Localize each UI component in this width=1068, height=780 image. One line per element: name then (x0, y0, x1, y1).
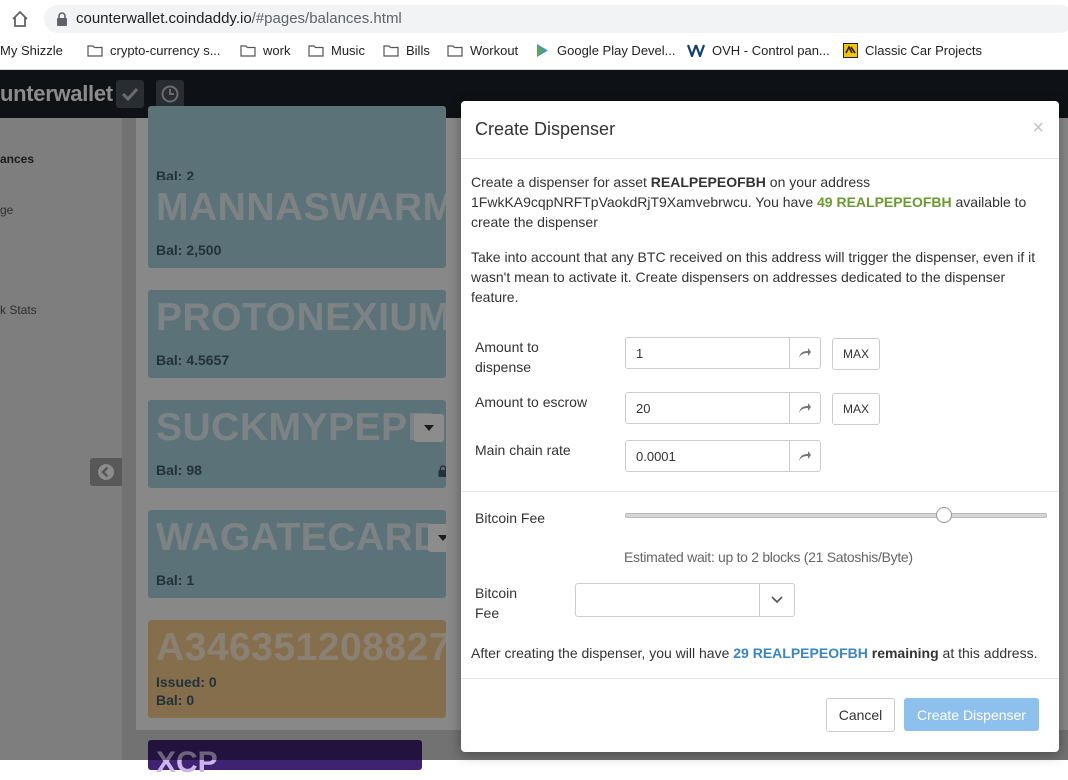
fee-slider-handle[interactable] (936, 507, 953, 523)
bookmarks-bar: My Shizzle crypto-currency s... work Mus… (0, 38, 1068, 70)
url-text: counterwallet.coindaddy.io/#pages/balanc… (76, 10, 402, 27)
bookmark-crypto[interactable]: crypto-currency s... (87, 43, 221, 58)
divider (461, 678, 1059, 679)
amount-escrow-input[interactable]: 20 (625, 392, 821, 424)
ovh-icon (687, 44, 705, 57)
available-amount: 49 REALPEPEOFBH (817, 194, 952, 210)
amount-dispense-label: Amount to dispense (475, 339, 539, 375)
car-icon (843, 43, 858, 58)
bitcoin-fee-select[interactable] (575, 583, 795, 617)
bookmark-my-shizzle[interactable]: My Shizzle (0, 43, 63, 58)
bookmark-ovh[interactable]: OVH - Control pan... (687, 43, 830, 58)
dispenser-summary-text: After creating the dispenser, you will h… (471, 645, 1038, 661)
cancel-button[interactable]: Cancel (826, 698, 895, 732)
remaining-amount: 29 REALPEPEOFBH (733, 645, 868, 661)
home-icon[interactable] (10, 9, 30, 29)
address-bar[interactable]: counterwallet.coindaddy.io/#pages/balanc… (44, 5, 1068, 33)
create-dispenser-button[interactable]: Create Dispenser (904, 698, 1039, 731)
folder-icon (87, 45, 103, 57)
google-play-icon (537, 44, 548, 57)
bookmark-music[interactable]: Music (308, 43, 365, 58)
folder-icon (240, 45, 256, 57)
bitcoin-fee-label: Bitcoin Fee (475, 510, 546, 526)
folder-icon (447, 45, 463, 57)
main-chain-rate-input[interactable]: 0.0001 (625, 440, 821, 472)
estimated-wait-text: Estimated wait: up to 2 blocks (21 Satos… (624, 549, 913, 565)
amount-dispense-input[interactable]: 1 (625, 337, 821, 369)
dialog-title: Create Dispenser (475, 119, 616, 139)
bookmark-bills[interactable]: Bills (383, 43, 430, 58)
browser-url-bar: counterwallet.coindaddy.io/#pages/balanc… (0, 0, 1068, 38)
bookmark-google-play[interactable]: Google Play Devel... (535, 43, 676, 58)
bookmark-work[interactable]: work (240, 43, 290, 58)
divider (461, 158, 1059, 159)
fee-slider-track[interactable] (625, 513, 1047, 518)
share-arrow-icon (789, 441, 820, 471)
folder-icon (308, 45, 324, 57)
amount-escrow-label: Amount to escrow (475, 394, 588, 410)
share-arrow-icon (789, 338, 820, 368)
bitcoin-fee-select-label: Bitcoin Fee (475, 585, 518, 621)
amount-escrow-max-button[interactable]: MAX (832, 393, 880, 425)
close-icon[interactable]: × (1032, 117, 1044, 140)
dialog-intro-text: Create a dispenser for asset REALPEPEOFB… (471, 174, 1027, 230)
folder-icon (383, 45, 399, 57)
lock-icon (56, 12, 68, 26)
divider (461, 491, 1059, 492)
amount-dispense-max-button[interactable]: MAX (832, 338, 880, 370)
bookmark-classic-car[interactable]: Classic Car Projects (843, 43, 982, 58)
chevron-down-icon (759, 584, 794, 616)
dialog-warning-text: Take into account that any BTC received … (471, 249, 1036, 305)
share-arrow-icon (789, 393, 820, 423)
bookmark-workout[interactable]: Workout (447, 43, 518, 58)
asset-name: REALPEPEOFBH (650, 174, 766, 190)
main-chain-rate-label: Main chain rate (475, 442, 571, 458)
create-dispenser-dialog: Create Dispenser × Create a dispenser fo… (461, 101, 1059, 752)
